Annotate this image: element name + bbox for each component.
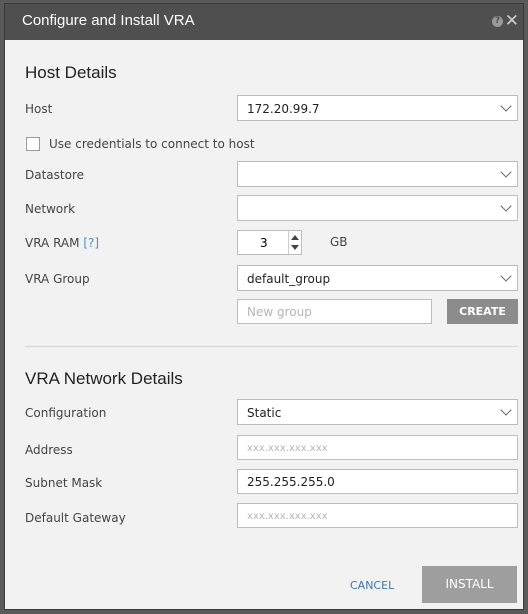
stepper-up-icon[interactable] (291, 235, 299, 240)
chevron-down-icon (500, 200, 512, 212)
default-gateway-label: Default Gateway (25, 511, 126, 525)
vra-ram-value: 3 (260, 236, 268, 250)
stepper-buttons[interactable] (288, 231, 301, 254)
use-credentials-label: Use credentials to connect to host (49, 137, 255, 151)
subnet-mask-label: Subnet Mask (25, 476, 103, 490)
create-group-button[interactable]: CREATE (447, 299, 518, 324)
address-label: Address (25, 443, 73, 457)
configuration-value: Static (247, 406, 282, 420)
chevron-down-icon (500, 100, 512, 112)
configure-vra-dialog: Configure and Install VRA ? ✕ Host Detai… (4, 3, 524, 610)
host-value: 172.20.99.7 (247, 102, 320, 116)
address-input[interactable]: xxx.xxx.xxx.xxx (237, 435, 518, 460)
chevron-down-icon (500, 404, 512, 416)
configuration-select[interactable]: Static (237, 399, 518, 425)
section-divider (25, 346, 518, 347)
vra-ram-stepper[interactable]: 3 (237, 230, 302, 255)
datastore-label: Datastore (25, 168, 85, 182)
configuration-label: Configuration (25, 406, 107, 420)
subnet-mask-input[interactable]: 255.255.255.0 (237, 469, 518, 494)
chevron-down-icon (500, 166, 512, 178)
vra-ram-help-link[interactable]: [?] (83, 236, 99, 250)
default-gateway-placeholder: xxx.xxx.xxx.xxx (247, 511, 328, 522)
dialog-titlebar: Configure and Install VRA ? ✕ (5, 4, 523, 40)
stepper-down-icon[interactable] (291, 245, 299, 250)
datastore-select[interactable] (237, 161, 518, 187)
host-details-title: Host Details (25, 63, 117, 82)
install-button[interactable]: INSTALL (422, 566, 517, 603)
cancel-button[interactable]: CANCEL (350, 579, 394, 592)
help-icon[interactable]: ? (492, 16, 503, 27)
network-label: Network (25, 202, 76, 216)
host-label: Host (25, 102, 53, 116)
network-select[interactable] (237, 195, 518, 221)
vra-group-select[interactable]: default_group (237, 265, 518, 291)
new-group-input[interactable]: New group (237, 299, 432, 324)
subnet-mask-value: 255.255.255.0 (247, 475, 335, 489)
vra-group-label: VRA Group (25, 272, 90, 286)
host-select[interactable]: 172.20.99.7 (237, 95, 518, 121)
vra-ram-label-text: VRA RAM (25, 236, 80, 250)
chevron-down-icon (500, 270, 512, 282)
new-group-placeholder: New group (247, 305, 312, 319)
address-placeholder: xxx.xxx.xxx.xxx (247, 443, 328, 454)
dialog-title: Configure and Install VRA (22, 12, 195, 29)
close-icon[interactable]: ✕ (505, 11, 519, 31)
default-gateway-input[interactable]: xxx.xxx.xxx.xxx (237, 503, 518, 528)
vra-ram-label: VRA RAM [?] (25, 236, 99, 250)
use-credentials-checkbox[interactable] (26, 137, 40, 151)
vra-group-value: default_group (247, 272, 331, 286)
vra-ram-unit: GB (330, 235, 348, 249)
network-details-title: VRA Network Details (25, 369, 183, 388)
